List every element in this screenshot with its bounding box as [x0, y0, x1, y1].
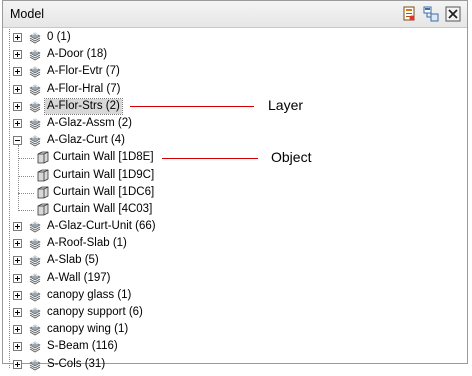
layer-label[interactable]: A-Slab (5): [47, 252, 99, 269]
tree-layer-row[interactable]: 0 (1): [3, 29, 467, 46]
object-icon: [37, 169, 49, 182]
expand-icon[interactable]: [13, 101, 22, 111]
layer-label[interactable]: canopy glass (1): [47, 287, 131, 304]
tree-object-row[interactable]: Curtain Wall [1DC6]: [3, 184, 467, 201]
object-label[interactable]: Curtain Wall [4C03]: [53, 201, 152, 218]
expand-icon[interactable]: [13, 325, 22, 335]
layer-callout-label: Layer: [268, 97, 304, 113]
tree-layer-row[interactable]: A-Wall (197): [3, 270, 467, 287]
layer-label[interactable]: A-Flor-Strs (2): [44, 97, 123, 115]
tree-connector: [18, 209, 34, 211]
layer-label[interactable]: A-Glaz-Curt (4): [47, 132, 125, 149]
expand-icon[interactable]: [13, 118, 22, 128]
layer-icon: [28, 116, 42, 130]
object-label[interactable]: Curtain Wall [1D8E]: [53, 149, 154, 166]
tree-layer-row[interactable]: A-Flor-Hral (7): [3, 81, 467, 98]
tree-layer-row[interactable]: A-Glaz-Curt (4): [3, 132, 467, 149]
layer-icon: [28, 322, 42, 336]
object-icon: [37, 203, 49, 216]
expand-icon[interactable]: [13, 256, 22, 266]
object-label[interactable]: Curtain Wall [1D9C]: [53, 167, 154, 184]
tree-object-row[interactable]: Curtain Wall [1D9C]: [3, 167, 467, 184]
layer-label[interactable]: A-Flor-Evtr (7): [47, 63, 120, 80]
layer-icon: [28, 64, 42, 78]
layer-label[interactable]: S-Beam (116): [47, 338, 118, 355]
layer-icon: [28, 288, 42, 302]
tree-layer-row[interactable]: A-Glaz-Curt-Unit (66): [3, 218, 467, 235]
layer-icon: [28, 305, 42, 319]
tree-connector: [18, 158, 34, 160]
layer-icon: [28, 236, 42, 250]
collapse-icon[interactable]: [13, 136, 22, 146]
object-icon: [37, 186, 49, 199]
expand-icon[interactable]: [13, 359, 22, 369]
layer-icon: [28, 99, 42, 113]
layer-label[interactable]: A-Glaz-Curt-Unit (66): [47, 218, 156, 235]
layer-label[interactable]: A-Glaz-Assm (2): [47, 115, 132, 132]
expand-icon[interactable]: [13, 342, 22, 352]
model-panel: Model 0 (1) A-Door (18) A-Flor-Evtr (7) …: [2, 0, 468, 371]
expand-icon[interactable]: [13, 222, 22, 232]
layer-callout-line: [130, 106, 254, 107]
settings-list-icon[interactable]: [401, 6, 417, 22]
close-icon[interactable]: [445, 6, 461, 22]
expand-icon[interactable]: [13, 50, 22, 60]
tree-connector: [18, 192, 34, 194]
object-callout-line: [162, 158, 258, 159]
layer-label[interactable]: A-Flor-Hral (7): [47, 81, 120, 98]
expand-icon[interactable]: [13, 33, 22, 42]
object-callout-label: Object: [271, 149, 312, 165]
tree-layer-row[interactable]: A-Roof-Slab (1): [3, 235, 467, 252]
tree-layer-row[interactable]: canopy wing (1): [3, 321, 467, 338]
layer-icon: [28, 339, 42, 353]
expand-icon[interactable]: [13, 239, 22, 249]
tree-view-icon[interactable]: [423, 6, 439, 22]
tree-layer-row[interactable]: A-Glaz-Assm (2): [3, 115, 467, 132]
panel-titlebar: Model: [3, 1, 467, 28]
layer-icon: [28, 271, 42, 285]
expand-icon[interactable]: [13, 84, 22, 94]
expand-icon[interactable]: [13, 67, 22, 77]
panel-title: Model: [10, 7, 45, 21]
layer-label[interactable]: A-Wall (197): [47, 270, 110, 287]
tree-connector: [18, 175, 34, 177]
layer-icon: [28, 253, 42, 267]
tree-connector: [18, 145, 19, 211]
tree-layer-row[interactable]: canopy glass (1): [3, 287, 467, 304]
layer-label[interactable]: A-Roof-Slab (1): [47, 235, 127, 252]
layer-icon: [28, 357, 42, 371]
layer-icon: [28, 82, 42, 96]
layer-icon: [28, 133, 42, 147]
layer-tree: 0 (1) A-Door (18) A-Flor-Evtr (7) A-Flor-Hr…: [3, 29, 467, 373]
expand-icon[interactable]: [13, 290, 22, 300]
tree-layer-row[interactable]: S-Cols (31): [3, 356, 467, 373]
layer-label[interactable]: S-Cols (31): [47, 356, 105, 373]
layer-label[interactable]: A-Door (18): [47, 46, 107, 63]
tree-layer-row[interactable]: A-Door (18): [3, 46, 467, 63]
layer-icon: [28, 47, 42, 61]
object-icon: [37, 151, 49, 164]
tree-layer-row[interactable]: S-Beam (116): [3, 338, 467, 355]
tree-layer-row[interactable]: canopy support (6): [3, 304, 467, 321]
layer-icon: [28, 219, 42, 233]
tree-layer-row[interactable]: A-Slab (5): [3, 252, 467, 269]
tree-object-row[interactable]: Curtain Wall [4C03]: [3, 201, 467, 218]
layer-label[interactable]: 0 (1): [47, 29, 71, 46]
expand-icon[interactable]: [13, 308, 22, 317]
object-label[interactable]: Curtain Wall [1DC6]: [53, 184, 154, 201]
tree-layer-row[interactable]: A-Flor-Evtr (7): [3, 63, 467, 80]
layer-label[interactable]: canopy wing (1): [47, 321, 128, 338]
layer-label[interactable]: canopy support (6): [47, 304, 143, 321]
layer-icon: [28, 30, 42, 44]
expand-icon[interactable]: [13, 273, 22, 283]
